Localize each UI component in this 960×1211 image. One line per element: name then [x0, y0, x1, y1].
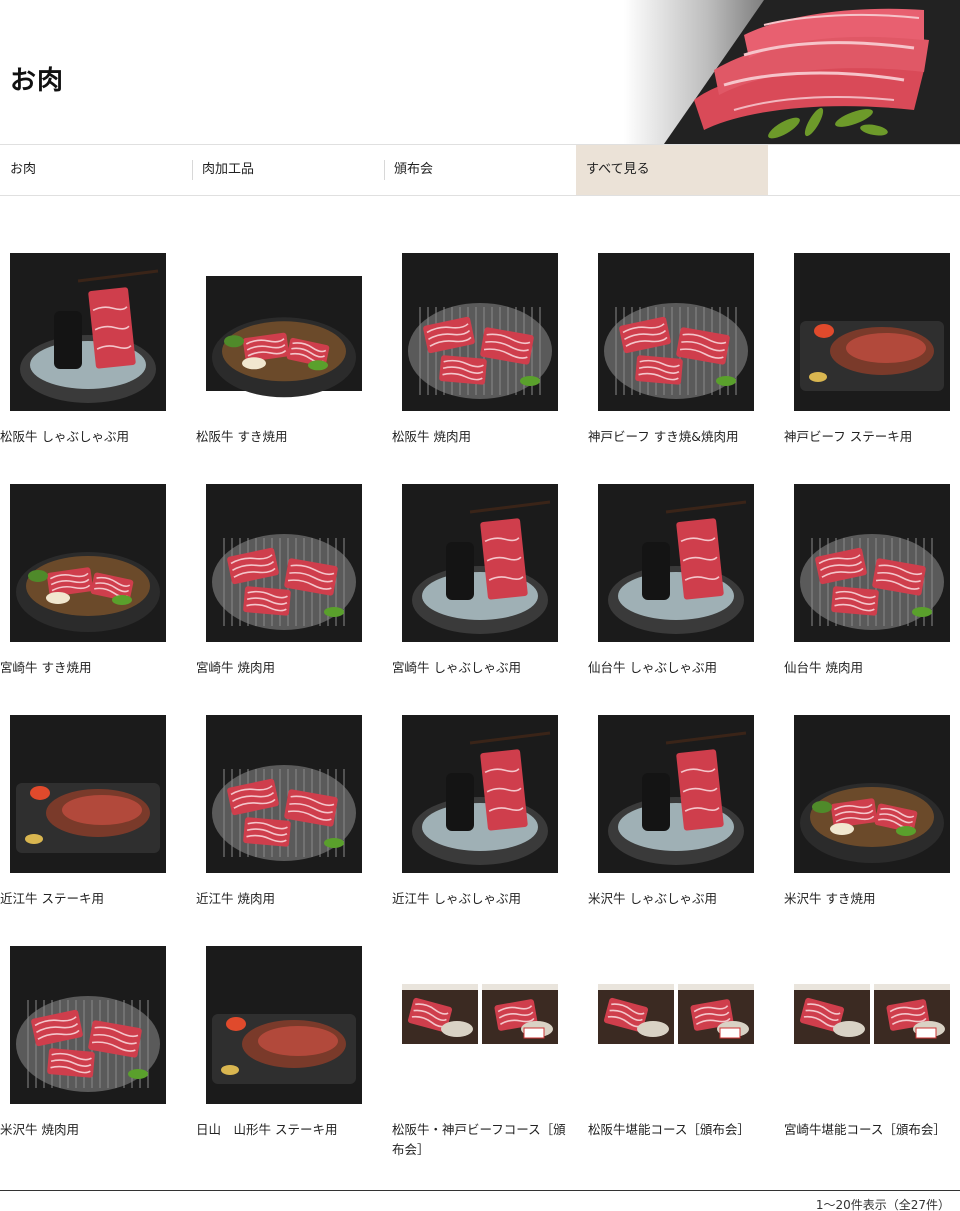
product-image[interactable]	[784, 231, 960, 421]
product-image[interactable]	[196, 693, 372, 883]
product-name[interactable]: 米沢牛 しゃぶしゃぶ用	[588, 889, 764, 909]
product-name[interactable]: 宮崎牛 しゃぶしゃぶ用	[392, 658, 568, 678]
product-image[interactable]	[392, 462, 568, 652]
product-image[interactable]	[588, 693, 764, 883]
product-name[interactable]: 神戸ビーフ すき焼&焼肉用	[588, 427, 764, 447]
category-label: 肉加工品	[202, 162, 255, 177]
product-name[interactable]: 日山 山形牛 ステーキ用	[196, 1120, 372, 1140]
product-name[interactable]: 松阪牛 しゃぶしゃぶ用	[0, 427, 176, 447]
category-tab-subscription[interactable]: 頒布会	[384, 145, 576, 195]
product-image[interactable]	[0, 693, 176, 883]
product-name[interactable]: 米沢牛 すき焼用	[784, 889, 960, 909]
product-image[interactable]	[196, 462, 372, 652]
category-label: すべて見る	[586, 162, 650, 177]
product-name[interactable]: 近江牛 焼肉用	[196, 889, 372, 909]
category-nav: お肉 肉加工品 頒布会 すべて見る	[0, 144, 960, 196]
divider	[192, 160, 193, 180]
page-title: お肉	[10, 66, 65, 96]
product-image[interactable]	[0, 231, 176, 421]
product-name[interactable]: 宮崎牛 すき焼用	[0, 658, 176, 678]
hero-meat-image	[624, 0, 960, 144]
product-image[interactable]	[196, 924, 372, 1114]
product-image[interactable]	[588, 462, 764, 652]
product-name[interactable]: 仙台牛 しゃぶしゃぶ用	[588, 658, 764, 678]
product-name[interactable]: 松阪牛・神戸ビーフコース［頒布会］	[392, 1120, 568, 1160]
product-name[interactable]: 宮崎牛 焼肉用	[196, 658, 372, 678]
product-name[interactable]: 松阪牛 すき焼用	[196, 427, 372, 447]
product-name[interactable]: 宮崎牛堪能コース［頒布会］	[784, 1120, 960, 1140]
category-label: 頒布会	[394, 162, 434, 177]
product-name[interactable]: 米沢牛 焼肉用	[0, 1120, 176, 1140]
product-image[interactable]	[196, 231, 372, 421]
product-image[interactable]	[588, 231, 764, 421]
product-image[interactable]	[0, 924, 176, 1114]
product-image[interactable]	[588, 924, 764, 1114]
page-header: お肉	[0, 0, 960, 144]
divider	[0, 1190, 960, 1191]
product-name[interactable]: 近江牛 ステーキ用	[0, 889, 176, 909]
product-image[interactable]	[784, 693, 960, 883]
category-label: お肉	[10, 162, 37, 177]
product-image[interactable]	[392, 924, 568, 1114]
product-name[interactable]: 仙台牛 焼肉用	[784, 658, 960, 678]
category-tab-meat[interactable]: お肉	[0, 145, 192, 195]
product-name[interactable]: 松阪牛 焼肉用	[392, 427, 568, 447]
product-image[interactable]	[392, 231, 568, 421]
product-name[interactable]: 神戸ビーフ ステーキ用	[784, 427, 960, 447]
category-tab-view-all[interactable]: すべて見る	[576, 145, 768, 195]
category-tab-processed-meat[interactable]: 肉加工品	[192, 145, 384, 195]
divider	[384, 160, 385, 180]
product-image[interactable]	[784, 462, 960, 652]
result-count: 1～20件表示（全27件）	[815, 1198, 950, 1211]
product-name[interactable]: 松阪牛堪能コース［頒布会］	[588, 1120, 764, 1140]
product-image[interactable]	[0, 462, 176, 652]
product-image[interactable]	[784, 924, 960, 1114]
product-image[interactable]	[392, 693, 568, 883]
product-name[interactable]: 近江牛 しゃぶしゃぶ用	[392, 889, 568, 909]
